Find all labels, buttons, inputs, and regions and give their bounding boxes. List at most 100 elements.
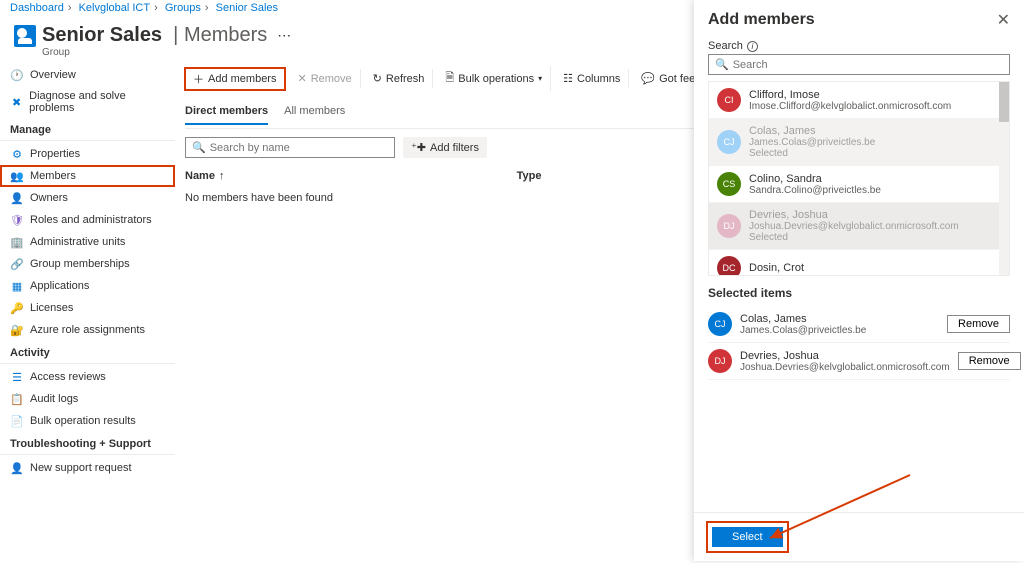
info-icon[interactable]: i [747,41,758,52]
nav-item-access-reviews[interactable]: ☰ Access reviews [0,366,175,388]
remove-selected-button[interactable]: Remove [947,315,1010,333]
result-email: Imose.Clifford@kelvglobalict.onmicrosoft… [749,101,951,112]
crumb-dashboard[interactable]: Dashboard [10,2,64,14]
bulk-button[interactable]: 🗎 Bulk operations ▾ [437,66,551,91]
left-nav: 🕐Overview✖Diagnose and solve problems Ma… [0,58,175,563]
page-title: Senior Sales | Members [42,24,267,47]
avatar: CS [717,172,741,196]
nav-item-roles-and-administrators[interactable]: 🛡Roles and administrators [0,209,175,231]
nav-icon: ⚙ [10,147,24,161]
result-email: James.Colas@priveictles.be [749,137,875,148]
nav-item-group-memberships[interactable]: 🔗Group memberships [0,253,175,275]
result-name: Colino, Sandra [749,173,881,185]
nav-item-administrative-units[interactable]: 🏢Administrative units [0,231,175,253]
select-button[interactable]: Select [712,527,783,547]
result-item[interactable]: CSColino, SandraSandra.Colino@priveictle… [709,166,1009,203]
result-item[interactable]: DJDevries, JoshuaJoshua.Devries@kelvglob… [709,203,1009,250]
feedback-icon: 💬 [641,72,655,85]
nav-label: Members [30,170,76,182]
panel-search-input[interactable] [733,59,1003,71]
result-item[interactable]: CJColas, JamesJames.Colas@priveictles.be… [709,119,1009,166]
nav-section-manage: Manage [0,118,175,141]
result-item[interactable]: DCDosin, Crot [709,250,1009,276]
avatar: CJ [708,312,732,336]
nav-label: Applications [30,280,89,292]
selected-items-title: Selected items [708,286,1010,300]
nav-label: Audit logs [30,393,78,405]
nav-item-members[interactable]: 👥Members [0,165,175,187]
crumb-current[interactable]: Senior Sales [216,2,278,14]
nav-icon: 📄 [10,414,24,428]
filter-icon: ⁺✚ [411,141,426,154]
refresh-button[interactable]: ↻ Refresh [365,69,434,88]
search-results-list: CI Clifford, ImoseImose.Clifford@kelvglob… [708,81,1010,276]
refresh-icon: ↻ [373,72,382,85]
nav-label: Roles and administrators [30,214,152,226]
refresh-label: Refresh [386,73,425,85]
panel-title: Add members [708,11,815,29]
result-name: Colas, James [749,125,875,137]
nav-item-bulk-operation-results[interactable]: 📄 Bulk operation results [0,410,175,432]
nav-icon: 🔑 [10,301,24,315]
nav-label: New support request [30,462,132,474]
panel-search-label: Search i [708,40,1010,52]
tab-all-members[interactable]: All members [284,101,345,124]
nav-item-applications[interactable]: ▦ Applications [0,275,175,297]
nav-item-overview[interactable]: 🕐Overview [0,64,175,86]
member-search-input[interactable] [210,142,388,154]
remove-button[interactable]: ✕ Remove [289,69,360,88]
nav-icon: 👤 [10,191,24,205]
avatar: CI [717,88,741,112]
crumb-groups[interactable]: Groups [165,2,201,14]
group-icon [14,25,36,47]
selected-item: DJDevries, JoshuaJoshua.Devries@kelvglob… [708,343,1010,380]
group-name: Senior Sales [42,24,162,46]
search-icon: 🔍 [715,58,729,71]
member-search-box[interactable]: 🔍 [185,137,395,158]
panel-search-box[interactable]: 🔍 [708,54,1010,75]
result-item[interactable]: CI Clifford, ImoseImose.Clifford@kelvglob… [709,82,1009,119]
nav-item-licenses[interactable]: 🔑 Licenses [0,297,175,319]
chevron-down-icon: ▾ [538,74,542,83]
nav-section-trouble: Troubleshooting + Support [0,432,175,455]
nav-icon: 🔐 [10,323,24,337]
nav-item-properties[interactable]: ⚙Properties [0,143,175,165]
result-name: Clifford, Imose [749,89,951,101]
col-name[interactable]: Name ↑ [185,170,517,182]
nav-item-audit-logs[interactable]: 📋Audit logs [0,388,175,410]
add-filters-button[interactable]: ⁺✚ Add filters [403,137,487,158]
selected-email: James.Colas@priveictles.be [740,325,939,336]
result-email: Joshua.Devries@kelvglobalict.onmicrosoft… [749,221,959,232]
add-filters-label: Add filters [430,142,479,154]
columns-label: Columns [577,73,620,85]
remove-selected-button[interactable]: Remove [958,352,1021,370]
nav-label: Overview [30,69,76,81]
bulk-icon: 🗎 [445,69,454,88]
selected-item: CJColas, JamesJames.Colas@priveictles.be… [708,306,1010,343]
nav-label: Licenses [30,302,73,314]
nav-label: Administrative units [30,236,125,248]
nav-icon: ☰ [10,370,24,384]
scrollbar[interactable] [999,82,1009,275]
nav-label: Bulk operation results [30,415,136,427]
close-panel-button[interactable]: ✕ [997,10,1010,30]
nav-label: Group memberships [30,258,130,270]
nav-icon: ▦ [10,279,24,293]
plus-icon: ＋ [193,71,204,87]
nav-icon: 👤 [10,461,24,475]
scrollbar-thumb[interactable] [999,82,1009,122]
nav-item-azure-role-assignments[interactable]: 🔐Azure role assignments [0,319,175,341]
columns-button[interactable]: ☷ Columns [555,69,629,88]
remove-label: Remove [311,73,352,85]
x-icon: ✕ [297,72,306,85]
more-button[interactable]: ⋯ [277,27,291,44]
add-members-button[interactable]: ＋ Add members [185,68,285,90]
bulk-label: Bulk operations [458,73,534,85]
tab-direct-members[interactable]: Direct members [185,101,268,125]
nav-icon: ✖ [10,95,23,109]
nav-label: Access reviews [30,371,106,383]
nav-item-diagnose-and-solve-problems[interactable]: ✖Diagnose and solve problems [0,86,175,118]
nav-item-owners[interactable]: 👤Owners [0,187,175,209]
nav-item-new-support-request[interactable]: 👤 New support request [0,457,175,479]
crumb-tenant[interactable]: Kelvglobal ICT [79,2,151,14]
